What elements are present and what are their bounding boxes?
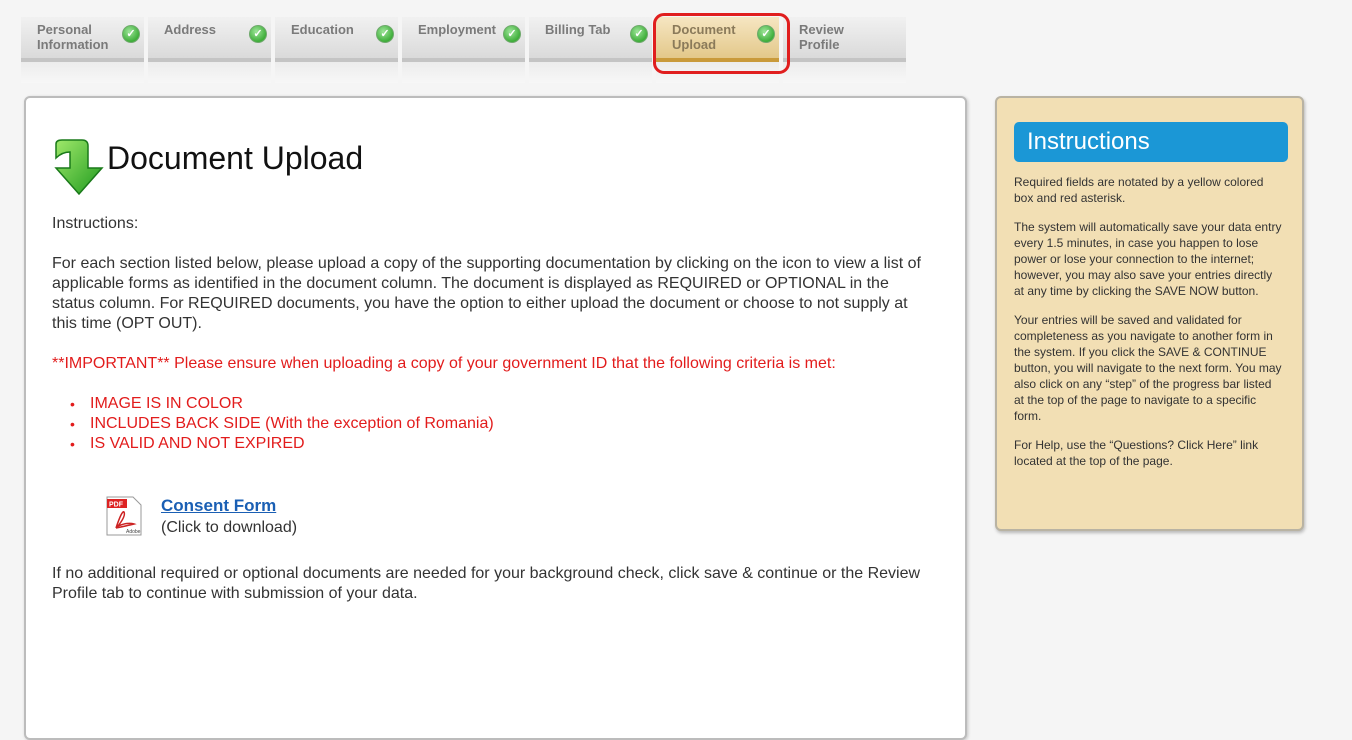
- check-icon: ✓: [503, 25, 521, 43]
- tab-label: Employment: [418, 22, 497, 37]
- tab-label: Review Profile: [799, 22, 844, 52]
- tab-label: Address: [164, 22, 217, 37]
- instructions-panel: Instructions Required fields are notated…: [995, 96, 1304, 531]
- adobe-label: Adobe: [126, 529, 141, 535]
- instructions-paragraph: Your entries will be saved and validated…: [1014, 313, 1282, 423]
- main-panel: Document Upload Instructions: For each s…: [24, 96, 967, 740]
- tab-employment[interactable]: Employment ✓: [402, 17, 525, 83]
- tab-address[interactable]: Address ✓: [148, 17, 271, 83]
- content-body: Instructions: For each section listed be…: [52, 214, 932, 454]
- instructions-text: For each section listed below, please up…: [52, 255, 921, 332]
- tab-label: Billing Tab: [545, 22, 611, 37]
- tab-review-profile[interactable]: Review Profile: [783, 17, 906, 83]
- list-item: INCLUDES BACK SIDE (With the exception o…: [70, 414, 932, 434]
- pdf-file-icon[interactable]: PDF Adobe: [106, 496, 142, 536]
- footer-text: If no additional required or optional do…: [52, 565, 921, 602]
- instructions-paragraph: For Help, use the “Questions? Click Here…: [1014, 438, 1259, 468]
- instructions-label: Instructions:: [52, 215, 139, 232]
- tab-label: Personal Information: [37, 22, 109, 52]
- check-icon: ✓: [630, 25, 648, 43]
- check-icon: ✓: [249, 25, 267, 43]
- consent-form-hint: (Click to download): [161, 519, 298, 536]
- check-icon: ✓: [376, 25, 394, 43]
- instructions-heading: Instructions: [1014, 122, 1288, 162]
- tab-education[interactable]: Education ✓: [275, 17, 398, 83]
- list-item: IS VALID AND NOT EXPIRED: [70, 434, 932, 454]
- download-arrow-icon: [54, 139, 104, 196]
- list-item: IMAGE IS IN COLOR: [70, 394, 932, 414]
- tab-personal-information[interactable]: Personal Information ✓: [21, 17, 144, 83]
- instructions-body: Required fields are notated by a yellow …: [1014, 174, 1284, 482]
- criteria-list: IMAGE IS IN COLOR INCLUDES BACK SIDE (Wi…: [52, 394, 932, 454]
- active-tab-highlight: [653, 13, 790, 74]
- instructions-paragraph: The system will automatically save your …: [1014, 220, 1282, 298]
- important-notice: **IMPORTANT** Please ensure when uploadi…: [52, 355, 836, 372]
- instructions-paragraph: Required fields are notated by a yellow …: [1014, 175, 1264, 205]
- check-icon: ✓: [122, 25, 140, 43]
- page-title: Document Upload: [107, 140, 364, 176]
- tab-label: Education: [291, 22, 354, 37]
- pdf-label: PDF: [109, 502, 124, 509]
- consent-form-link[interactable]: Consent Form: [161, 496, 276, 516]
- tab-billing[interactable]: Billing Tab ✓: [529, 17, 652, 83]
